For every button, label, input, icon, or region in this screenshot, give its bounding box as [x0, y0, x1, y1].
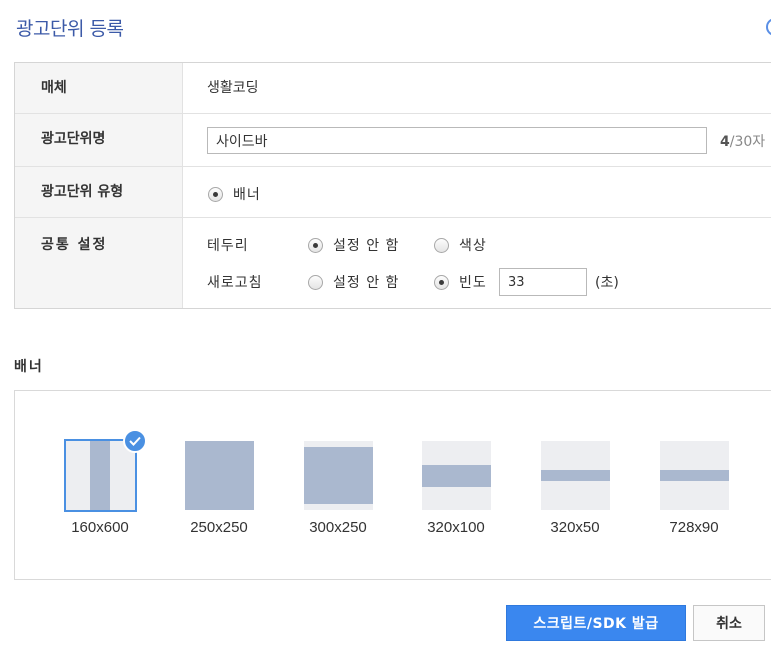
banner-size-250x250[interactable]: 250x250: [169, 441, 269, 536]
frequency-input[interactable]: [499, 268, 587, 296]
banner-size-label: 300x250: [309, 519, 367, 536]
settings-form: 매체 생활코딩 광고단위명 4/30자 광고단위 유형 배너 공통 설정 테두리…: [14, 62, 771, 309]
radio-border-color[interactable]: [434, 237, 449, 253]
char-count-max: /30자: [729, 134, 766, 150]
refresh-frequency-option[interactable]: 빈도: [434, 272, 487, 292]
banner-size-label: 728x90: [669, 519, 719, 536]
char-count-current: 4: [720, 134, 730, 150]
banner-size-label: 320x50: [550, 519, 600, 536]
border-color-label: 색상: [459, 238, 487, 254]
banner-size-320x100[interactable]: 320x100: [406, 441, 506, 536]
page-title: 광고단위 등록: [16, 18, 124, 40]
banner-thumb-728x90[interactable]: [659, 441, 729, 510]
banner-thumb-300x250[interactable]: [303, 441, 373, 510]
issue-script-sdk-button[interactable]: 스크립트/SDK 발급: [506, 605, 686, 641]
char-counter: 4/30자: [720, 131, 765, 151]
banner-size-728x90[interactable]: 728x90: [644, 441, 744, 536]
banner-section-title: 배너: [14, 359, 44, 375]
unit-type-banner-label: 배너: [233, 187, 261, 203]
radio-refresh-none[interactable]: [308, 274, 323, 290]
border-label: 테두리: [207, 238, 249, 254]
check-icon: [122, 429, 147, 453]
border-none-option[interactable]: 설정 안 함: [308, 235, 399, 255]
refresh-frequency-label: 빈도: [459, 275, 487, 291]
unit-name-row: 광고단위명 4/30자: [15, 114, 771, 167]
banner-thumb-320x50[interactable]: [540, 441, 610, 510]
cancel-button[interactable]: 취소: [693, 605, 765, 641]
media-row: 매체 생활코딩: [15, 63, 771, 114]
unit-name-label: 광고단위명: [15, 114, 183, 166]
border-none-label: 설정 안 함: [333, 238, 400, 254]
refresh-none-option[interactable]: 설정 안 함: [308, 272, 399, 292]
banner-size-label: 320x100: [427, 519, 485, 536]
refresh-label: 새로고침: [207, 275, 263, 291]
media-label: 매체: [15, 63, 183, 113]
frequency-unit: (초): [595, 275, 619, 291]
radio-border-none[interactable]: [308, 237, 323, 253]
banner-thumb-160x600[interactable]: [63, 429, 147, 512]
media-value: 생활코딩: [207, 80, 259, 96]
banner-size-label: 250x250: [190, 519, 248, 536]
unit-name-input[interactable]: [207, 127, 707, 154]
banner-size-160x600[interactable]: 160x600: [50, 429, 150, 536]
banner-size-picker: 160x600 250x250 300x250 320x100 320x50 7…: [14, 390, 771, 580]
common-settings-label: 공통 설정: [15, 218, 183, 308]
common-settings-row: 공통 설정 테두리 설정 안 함 색상 새로고침 설정 안 함 빈도 (초): [15, 218, 771, 309]
help-icon[interactable]: [766, 18, 771, 36]
banner-size-300x250[interactable]: 300x250: [288, 441, 388, 536]
border-color-option[interactable]: 색상: [434, 235, 487, 255]
unit-type-row: 광고단위 유형 배너: [15, 167, 771, 218]
banner-size-label: 160x600: [71, 519, 129, 536]
refresh-none-label: 설정 안 함: [333, 275, 400, 291]
unit-type-banner-option[interactable]: 배너: [208, 184, 261, 204]
unit-type-label: 광고단위 유형: [15, 167, 183, 217]
radio-banner[interactable]: [208, 186, 223, 202]
radio-refresh-frequency[interactable]: [434, 274, 449, 290]
banner-thumb-250x250[interactable]: [184, 441, 254, 510]
banner-thumb-320x100[interactable]: [421, 441, 491, 510]
banner-size-320x50[interactable]: 320x50: [525, 441, 625, 536]
